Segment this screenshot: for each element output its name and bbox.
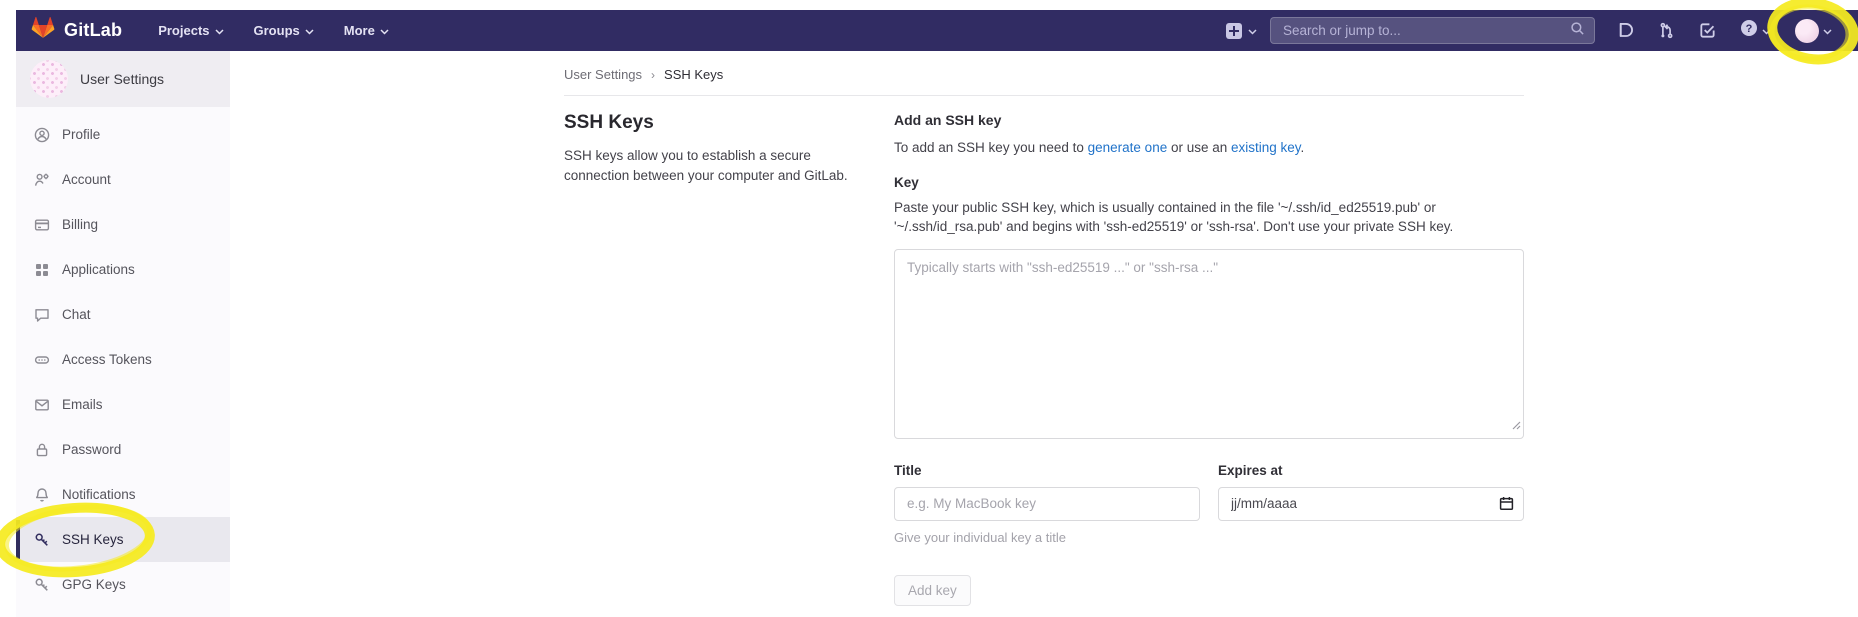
user-icon [34,127,50,143]
new-item-dropdown[interactable] [1226,22,1257,40]
sidebar-item-applications[interactable]: Applications [16,247,230,292]
merge-request-icon[interactable] [1658,22,1675,39]
grid-icon [34,262,50,278]
chevron-down-icon [1762,22,1771,40]
sidebar-item-password[interactable]: Password [16,427,230,472]
nav-menu-projects[interactable]: Projects [158,23,223,38]
key-icon [34,577,50,593]
global-search[interactable] [1270,17,1595,44]
settings-sidebar: User Settings Profile Account Billing Ap… [16,51,230,617]
search-icon [1570,21,1585,41]
expires-at-label: Expires at [1218,463,1524,478]
key-title-input[interactable] [894,487,1200,521]
resize-handle-icon[interactable] [1512,417,1521,435]
breadcrumb-user-settings[interactable]: User Settings [564,67,642,82]
key-label: Key [894,175,1524,190]
add-ssh-key-intro: To add an SSH key you need to generate o… [894,140,1524,155]
chat-bubble-icon [34,307,50,323]
nav-menu-groups[interactable]: Groups [254,23,314,38]
chevron-down-icon [380,23,389,38]
sidebar-item-profile[interactable]: Profile [16,112,230,157]
sidebar-item-emails[interactable]: Emails [16,382,230,427]
sidebar-title: User Settings [80,71,164,87]
tanuki-icon [30,15,56,46]
add-ssh-key-heading: Add an SSH key [894,112,1524,128]
title-label: Title [894,463,1200,478]
gitlab-logo[interactable]: GitLab [30,15,122,46]
ssh-key-textarea[interactable] [894,249,1524,439]
existing-key-link[interactable]: existing key [1231,140,1301,155]
sidebar-header: User Settings [16,51,230,107]
bell-icon [34,487,50,503]
brand-name: GitLab [64,20,122,41]
sidebar-item-account[interactable]: Account [16,157,230,202]
lock-icon [34,442,50,458]
token-icon [34,352,50,368]
sidebar-item-chat[interactable]: Chat [16,292,230,337]
page-description: SSH keys allow you to establish a secure… [564,146,854,185]
breadcrumb: User Settings › SSH Keys [564,51,1524,96]
key-icon [34,532,50,548]
primary-nav: Projects Groups More [158,23,389,38]
todo-icon[interactable] [1699,22,1716,39]
key-help-text: Paste your public SSH key, which is usua… [894,199,1494,237]
sidebar-item-gpg-keys[interactable]: GPG Keys [16,562,230,607]
chevron-down-icon [305,23,314,38]
user-avatar-menu[interactable] [1795,19,1832,43]
plus-icon [1226,23,1242,39]
generate-one-link[interactable]: generate one [1088,140,1168,155]
user-avatar [30,60,68,98]
user-gear-icon [34,172,50,188]
svg-text:?: ? [1746,23,1753,35]
sidebar-item-billing[interactable]: Billing [16,202,230,247]
chevron-down-icon [1248,22,1257,40]
title-helper-text: Give your individual key a title [894,530,1200,545]
sidebar-item-notifications[interactable]: Notifications [16,472,230,517]
credit-card-icon [34,217,50,233]
sidebar-item-access-tokens[interactable]: Access Tokens [16,337,230,382]
help-menu[interactable]: ? [1740,19,1771,42]
breadcrumb-separator-icon: › [651,68,655,82]
breadcrumb-current: SSH Keys [664,67,723,82]
chevron-down-icon [1823,22,1832,40]
question-icon: ? [1740,19,1758,42]
add-key-button[interactable]: Add key [894,575,971,606]
issues-icon[interactable] [1617,22,1634,39]
chevron-down-icon [215,23,224,38]
page-title: SSH Keys [564,112,854,134]
top-navbar: GitLab Projects Groups More [16,10,1858,51]
main-content: User Settings › SSH Keys SSH Keys SSH ke… [230,51,1858,617]
sidebar-item-ssh-keys[interactable]: SSH Keys [16,517,230,562]
avatar [1795,19,1819,43]
expires-at-date-input[interactable] [1218,487,1524,521]
search-input[interactable] [1283,23,1570,38]
nav-menu-more[interactable]: More [344,23,389,38]
envelope-icon [34,397,50,413]
